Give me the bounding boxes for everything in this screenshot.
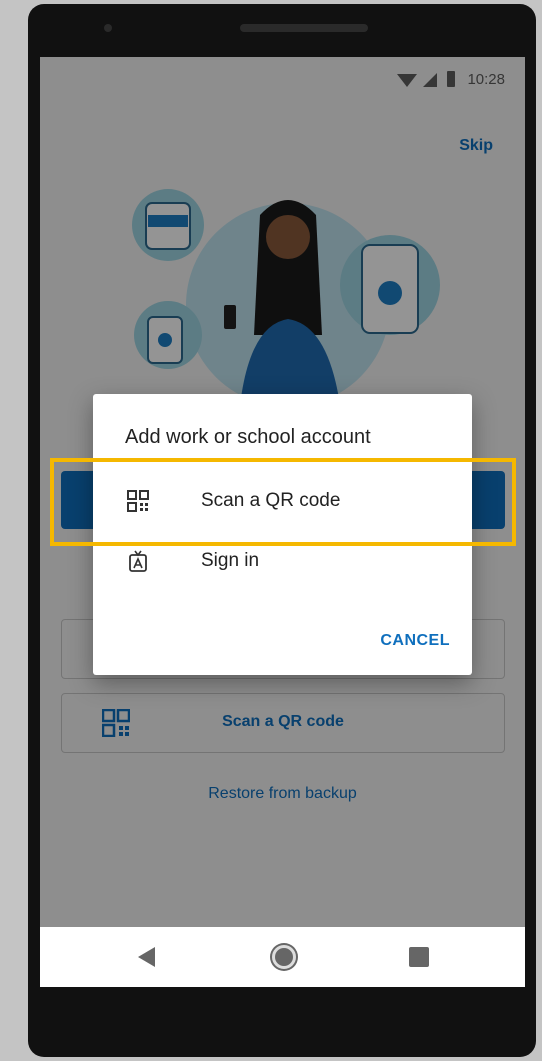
cancel-button[interactable]: CANCEL	[380, 632, 450, 650]
home-icon[interactable]	[272, 945, 296, 969]
badge-icon	[129, 550, 147, 572]
dialog-option-label: Sign in	[201, 550, 260, 571]
android-nav-bar	[40, 927, 525, 987]
recent-apps-icon[interactable]	[409, 947, 429, 967]
speaker-grille	[240, 24, 368, 32]
back-icon[interactable]	[138, 947, 155, 967]
highlight-annotation	[50, 458, 516, 546]
camera	[104, 24, 112, 32]
dialog-title: Add work or school account	[125, 426, 371, 448]
